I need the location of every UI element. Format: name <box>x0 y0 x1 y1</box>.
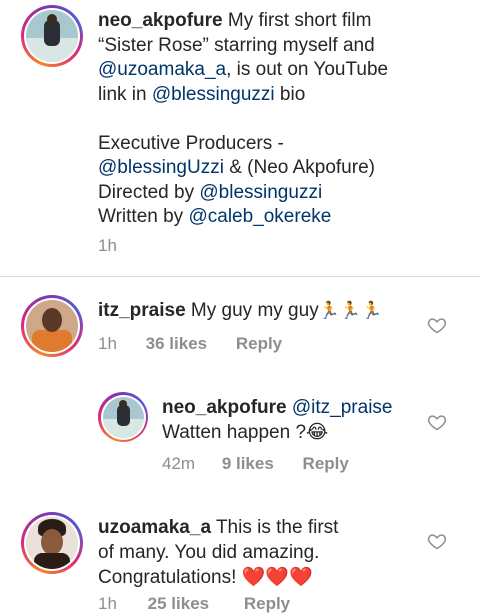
avatar-neo-akpofure[interactable] <box>21 5 83 67</box>
avatar-neo-akpofure-reply[interactable] <box>98 392 148 442</box>
mention-blessinguzzi-2[interactable]: @blessingUzzi <box>98 157 224 178</box>
comment-likes[interactable]: 36 likes <box>146 334 207 353</box>
mention-blessinguzzi-3[interactable]: @blessinguzzi <box>199 182 322 203</box>
comment-reply-neo: neo_akpofure @itz_praise Watten happen ?… <box>162 397 393 443</box>
divider <box>0 276 480 277</box>
avatar-image <box>26 517 78 569</box>
comment-likes[interactable]: 9 likes <box>222 454 274 473</box>
heart-icon[interactable] <box>427 315 447 335</box>
mention-uzoamaka[interactable]: @uzoamaka_a <box>98 59 226 80</box>
comment-time: 1h <box>98 594 117 613</box>
heart-icon[interactable] <box>427 531 447 551</box>
hearts-emoji: ❤️❤️❤️ <box>241 566 313 588</box>
avatar-itz-praise[interactable] <box>21 295 83 357</box>
caption-timestamp: 1h <box>98 236 117 255</box>
comment-meta: 1h 25 likes Reply <box>98 594 290 614</box>
comment-itz-praise: itz_praise My guy my guy🏃🏃🏃 <box>98 300 383 321</box>
mention-itz-praise[interactable]: @itz_praise <box>292 397 393 418</box>
heart-icon[interactable] <box>427 412 447 432</box>
running-emoji: 🏃🏃🏃 <box>318 301 383 321</box>
reply-button[interactable]: Reply <box>236 334 282 353</box>
comment-uzoamaka: uzoamaka_a This is the first of many. Yo… <box>98 517 339 588</box>
comment-meta: 1h 36 likes Reply <box>98 334 282 354</box>
reply-button[interactable]: Reply <box>244 594 290 613</box>
avatar-image <box>26 300 78 352</box>
mention-caleb-okereke[interactable]: @caleb_okereke <box>188 206 331 227</box>
avatar-image <box>26 10 78 62</box>
caption-text: neo_akpofure My first short film “Sister… <box>98 10 389 227</box>
comment-time: 1h <box>98 334 117 353</box>
comment-username[interactable]: neo_akpofure <box>162 397 287 418</box>
comment-time: 42m <box>162 454 196 473</box>
comment-username[interactable]: uzoamaka_a <box>98 517 211 538</box>
avatar-uzoamaka-a[interactable] <box>21 512 83 574</box>
avatar-image <box>102 396 144 438</box>
reply-button[interactable]: Reply <box>303 454 349 473</box>
comment-meta: 42m 9 likes Reply <box>162 454 349 474</box>
caption-username[interactable]: neo_akpofure <box>98 10 223 31</box>
comment-likes[interactable]: 25 likes <box>148 594 209 613</box>
mention-blessinguzzi[interactable]: @blessinguzzi <box>152 84 275 105</box>
comment-username[interactable]: itz_praise <box>98 300 186 321</box>
